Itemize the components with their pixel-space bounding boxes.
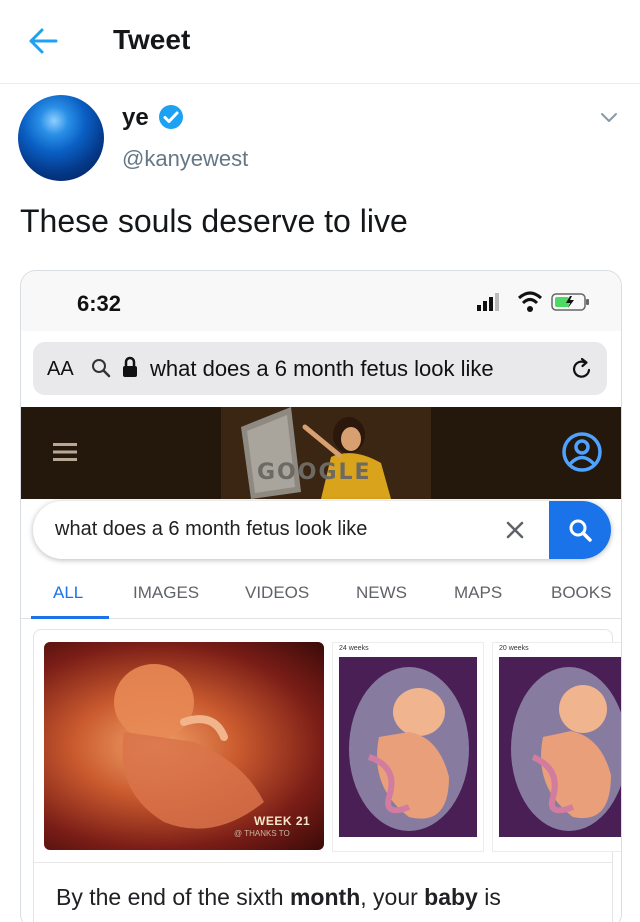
google-doodle[interactable]: GOOGLE: [221, 407, 431, 499]
page-title: Tweet: [113, 24, 191, 55]
tab-videos[interactable]: VIDEOS: [245, 583, 309, 603]
battery-icon: [551, 293, 591, 311]
doodle-wordmark: GOOGLE: [257, 460, 372, 485]
search-tabs: ALL IMAGES VIDEOS NEWS MAPS BOOKS: [21, 575, 621, 619]
verified-badge-icon: [158, 104, 184, 130]
chevron-down-icon[interactable]: [598, 106, 620, 128]
lock-icon: [121, 356, 139, 378]
image-caption: WEEK 21: [254, 814, 311, 828]
menu-icon[interactable]: [53, 441, 77, 463]
tab-images[interactable]: IMAGES: [133, 583, 199, 603]
search-button[interactable]: [549, 501, 611, 559]
account-icon[interactable]: [561, 431, 603, 473]
result-snippet: By the end of the sixth month, your baby…: [56, 884, 501, 911]
tab-all[interactable]: ALL: [53, 583, 83, 603]
google-doodle-header: GOOGLE: [21, 407, 621, 499]
search-input[interactable]: what does a 6 month fetus look like: [55, 518, 367, 541]
fetus-image-24-weeks[interactable]: 24 weeks: [332, 642, 484, 852]
fetus-image-week-21[interactable]: WEEK 21 @ THANKS TO: [44, 642, 324, 850]
avatar[interactable]: [18, 95, 104, 181]
search-icon: [91, 357, 111, 379]
snippet-text: is: [477, 884, 501, 910]
signal-icon: [477, 293, 507, 311]
image-caption: 20 weeks: [499, 645, 529, 652]
google-search-bar[interactable]: what does a 6 month fetus look like: [33, 501, 611, 559]
tweet-text: These souls deserve to live: [20, 203, 408, 239]
image-results-panel: WEEK 21 @ THANKS TO 24 weeks 20 weeks By…: [33, 629, 621, 922]
snippet-bold: baby: [424, 884, 478, 910]
author-name[interactable]: ye: [122, 104, 149, 132]
tab-maps[interactable]: MAPS: [454, 583, 502, 603]
tab-books[interactable]: BOOKS: [551, 583, 611, 603]
back-arrow-icon[interactable]: [26, 24, 60, 58]
tab-news[interactable]: NEWS: [356, 583, 407, 603]
snippet-text: By the end of the sixth: [56, 884, 290, 910]
tweet-header: Tweet: [0, 0, 640, 84]
author-handle[interactable]: @kanyewest: [122, 146, 248, 172]
snippet-bold: month: [289, 884, 361, 910]
url-text[interactable]: what does a 6 month fetus look like: [150, 356, 494, 382]
status-bar: 6:32: [21, 271, 621, 331]
close-icon[interactable]: [505, 520, 525, 540]
divider: [34, 862, 612, 863]
wifi-icon: [517, 291, 543, 313]
fetus-illustration: [499, 657, 621, 837]
fetus-illustration: [339, 657, 477, 837]
image-watermark: @ THANKS TO: [234, 829, 290, 838]
snippet-text: , your: [360, 884, 425, 910]
reader-mode-button[interactable]: AA: [47, 358, 74, 381]
search-icon: [569, 519, 592, 542]
reload-icon[interactable]: [569, 356, 595, 382]
fetus-image-20-weeks[interactable]: 20 weeks: [492, 642, 621, 852]
status-time: 6:32: [77, 291, 122, 316]
embedded-screenshot[interactable]: 6:32 AA what does a 6 month fetus look l…: [20, 270, 622, 922]
browser-url-bar[interactable]: AA what does a 6 month fetus look like: [33, 342, 607, 395]
image-caption: 24 weeks: [339, 645, 369, 652]
active-tab-indicator: [31, 616, 109, 619]
